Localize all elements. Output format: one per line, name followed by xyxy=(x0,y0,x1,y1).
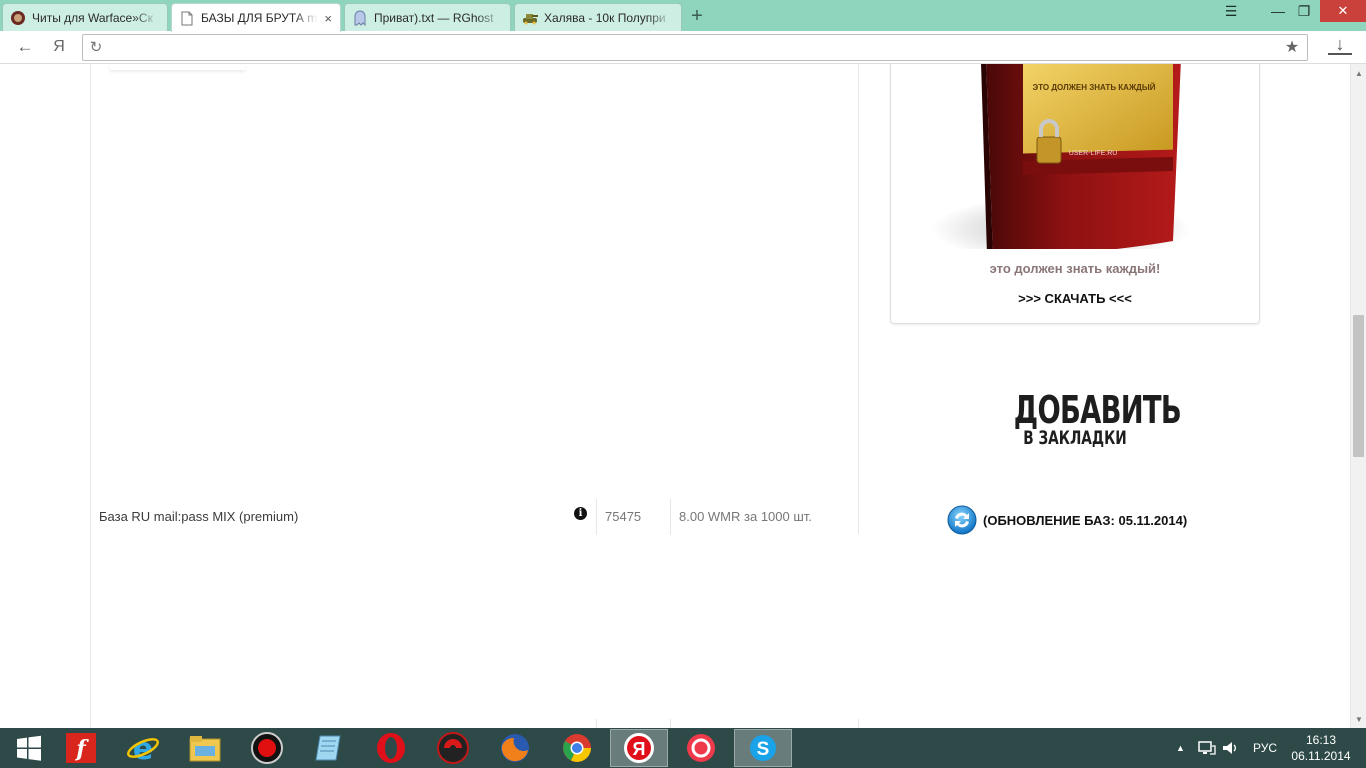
ad-banner[interactable]: ЭТО ДОЛЖЕН ЗНАТЬ КАЖДЫЙ USER-LIFE.RU это… xyxy=(890,64,1260,324)
column-divider xyxy=(670,499,671,535)
clock-time: 16:13 xyxy=(1305,733,1337,747)
update-text: (ОБНОВЛЕНИЕ БАЗ: 05.11.2014) xyxy=(983,512,1188,528)
tab-rghost[interactable]: Приват).txt — RGhost xyxy=(344,3,511,31)
record-icon[interactable] xyxy=(238,729,296,767)
tab-title: Халява - 10к Полупри xyxy=(544,10,666,25)
opera-icon[interactable] xyxy=(362,729,420,767)
browser-menu-icon[interactable]: ☰ xyxy=(1218,0,1244,22)
column-divider xyxy=(596,499,597,535)
system-clock[interactable]: 16:13 06.11.2014 xyxy=(1288,732,1354,764)
web-page: База RU mail:pass MIX (premium) i 75475 … xyxy=(0,64,1350,728)
warface-favicon-icon xyxy=(10,10,26,26)
minimize-icon[interactable]: — xyxy=(1265,0,1291,22)
flash-icon[interactable]: f xyxy=(52,729,110,767)
database-update-info: (ОБНОВЛЕНИЕ БАЗ: 05.11.2014) xyxy=(947,505,1187,535)
skype-icon[interactable]: S xyxy=(734,729,792,767)
bookmark-line-1: ДОБАВИТЬ xyxy=(1013,388,1182,432)
notepad-icon[interactable] xyxy=(300,729,358,767)
tab-strip: Читы для Warface»Ск БАЗЫ ДЛЯ БРУТА mai ×… xyxy=(0,0,1366,32)
tab-halyava[interactable]: Халява - 10к Полупри xyxy=(514,3,682,31)
clock-date: 06.11.2014 xyxy=(1291,749,1351,763)
tray-arrow-icon[interactable]: ▲ xyxy=(1176,728,1185,768)
page-scrollbar[interactable]: ▲ ▼ xyxy=(1350,64,1366,728)
address-bar[interactable]: ↻ ★ xyxy=(82,34,1308,61)
download-link[interactable]: >>> СКАЧАТЬ <<< xyxy=(891,291,1259,306)
tank-favicon-icon xyxy=(522,10,538,26)
bookmark-line-2: В ЗАКЛАДКИ xyxy=(1023,427,1127,449)
url-input[interactable] xyxy=(111,39,1271,57)
volume-icon[interactable] xyxy=(1222,728,1240,768)
tab-close-icon[interactable]: × xyxy=(324,11,332,26)
yandex-logo-icon[interactable]: Я xyxy=(47,35,71,59)
language-indicator[interactable]: РУС xyxy=(1253,728,1277,768)
table-left-border xyxy=(90,64,91,728)
tab-title: Приват).txt — RGhost xyxy=(374,10,494,25)
svg-text:S: S xyxy=(757,739,770,760)
garena-icon[interactable] xyxy=(424,729,482,767)
reload-icon[interactable]: ↻ xyxy=(85,36,107,58)
windows-start-icon[interactable] xyxy=(0,729,58,767)
record-count: 75475 xyxy=(605,509,642,524)
price: 8.00 WMR за 1000 шт. xyxy=(679,509,812,524)
column-divider xyxy=(858,719,859,728)
back-arrow-icon[interactable]: ← xyxy=(13,35,37,59)
ad-box-brand: USER-LIFE.RU xyxy=(1069,150,1118,157)
database-name[interactable]: База RU mail:pass MIX (premium) xyxy=(99,509,298,524)
red-circle-app-icon[interactable] xyxy=(672,729,730,767)
network-icon[interactable] xyxy=(1198,728,1216,768)
software-box-image: ЭТО ДОЛЖЕН ЗНАТЬ КАЖДЫЙ USER-LIFE.RU xyxy=(931,64,1191,249)
tab-warface[interactable]: Читы для Warface»Ск xyxy=(2,3,168,31)
bookmark-star-icon[interactable]: ★ xyxy=(1281,36,1303,58)
svg-text:e: e xyxy=(133,732,153,764)
column-divider xyxy=(670,719,671,728)
firefox-icon[interactable] xyxy=(486,729,544,767)
scroll-down-arrow-icon[interactable]: ▼ xyxy=(1351,712,1366,726)
browser-toolbar: ← Я ↻ ★ ↓ xyxy=(0,31,1366,64)
restore-icon[interactable]: ❐ xyxy=(1291,0,1317,22)
ad-caption: это должен знать каждый! xyxy=(989,261,1161,276)
svg-text:Я: Я xyxy=(633,739,646,759)
file-explorer-icon[interactable] xyxy=(176,729,234,767)
address-suggestion-popup xyxy=(110,64,245,70)
page-favicon-icon xyxy=(179,10,195,26)
refresh-icon xyxy=(947,505,977,535)
scroll-thumb[interactable] xyxy=(1353,315,1364,457)
close-window-icon[interactable]: ✕ xyxy=(1320,0,1366,22)
rghost-favicon-icon xyxy=(352,10,368,26)
tab-title: Читы для Warface»Ск xyxy=(32,10,153,25)
tab-bazy-dlya-bruta[interactable]: БАЗЫ ДЛЯ БРУТА mai × xyxy=(171,3,341,32)
windows-taskbar: f e Я S ▲ РУС 16:13 06.11.2014 xyxy=(0,728,1366,768)
add-bookmark-button[interactable]: ДОБАВИТЬ В ЗАКЛАДКИ xyxy=(1013,388,1182,449)
info-icon[interactable]: i xyxy=(574,507,587,520)
column-divider xyxy=(596,719,597,728)
internet-explorer-icon[interactable]: e xyxy=(114,729,172,767)
download-icon[interactable]: ↓ xyxy=(1328,34,1352,55)
tab-title: БАЗЫ ДЛЯ БРУТА mai xyxy=(201,11,319,25)
new-tab-button[interactable]: + xyxy=(684,4,710,28)
chrome-icon[interactable] xyxy=(548,729,606,767)
scroll-up-arrow-icon[interactable]: ▲ xyxy=(1351,66,1366,80)
ad-box-screen-text: ЭТО ДОЛЖЕН ЗНАТЬ КАЖДЫЙ xyxy=(1033,83,1156,92)
table-right-border xyxy=(858,64,859,534)
yandex-icon[interactable]: Я xyxy=(610,729,668,767)
